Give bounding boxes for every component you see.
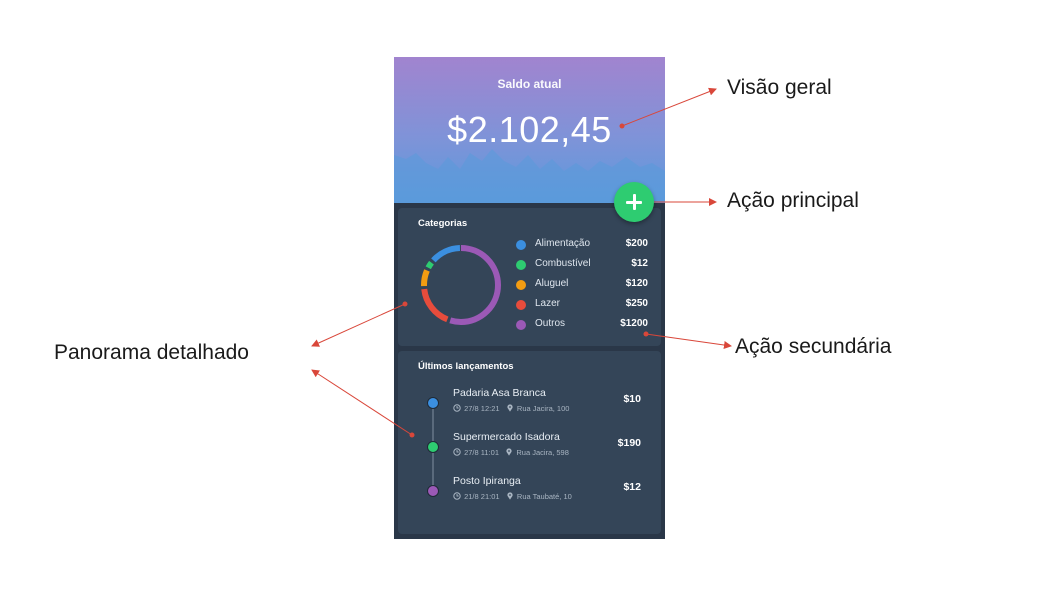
arrow-panorama-categories bbox=[311, 303, 406, 347]
annotation-dot bbox=[402, 301, 408, 307]
annotation-dot bbox=[643, 331, 649, 337]
annotation-arrows bbox=[311, 87, 732, 438]
annotation-secondary-action: Ação secundária bbox=[735, 335, 892, 358]
annotation-primary-action: Ação principal bbox=[727, 189, 859, 212]
add-button[interactable] bbox=[614, 182, 654, 222]
arrow-overview bbox=[621, 87, 717, 127]
arrow-secondary-action bbox=[645, 333, 732, 349]
arrow-panorama-transactions bbox=[311, 369, 413, 436]
annotation-dot bbox=[619, 123, 625, 129]
annotation-overview: Visão geral bbox=[727, 76, 832, 99]
annotation-dot bbox=[409, 432, 415, 438]
annotation-detailed-panorama: Panorama detalhado bbox=[54, 341, 249, 364]
